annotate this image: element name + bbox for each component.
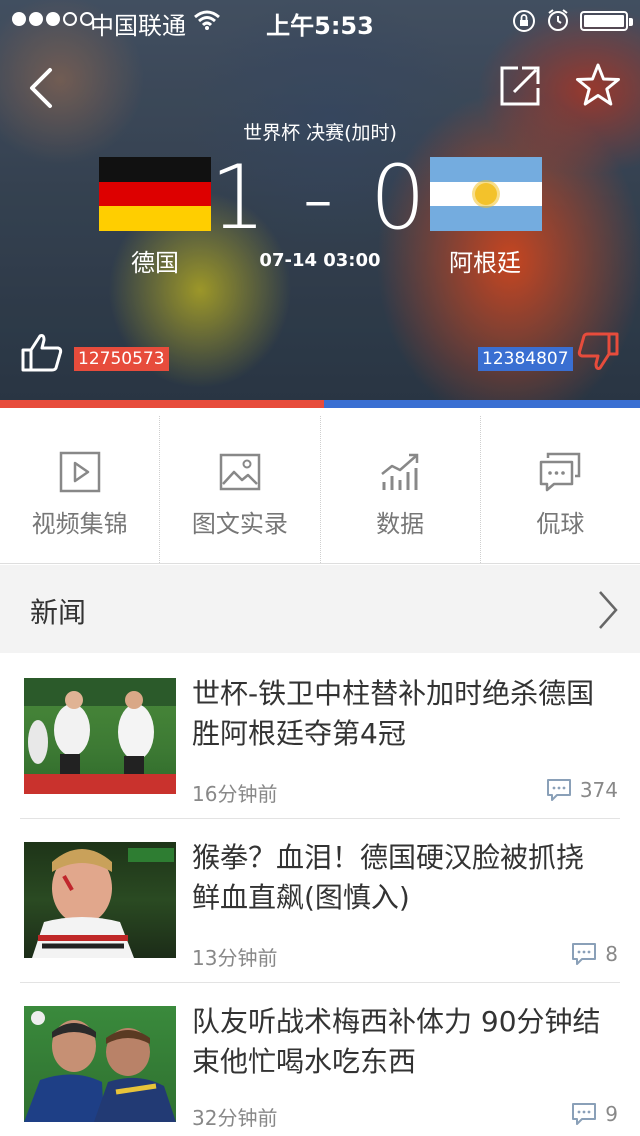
- news-section-header[interactable]: 新闻: [0, 565, 640, 653]
- thumbs-up-icon[interactable]: [20, 330, 64, 374]
- feature-label: 图文实录: [191, 510, 288, 538]
- feature-discussion[interactable]: 侃球: [481, 416, 640, 563]
- news-timestamp: 13分钟前: [192, 946, 278, 970]
- news-timestamp: 16分钟前: [192, 782, 278, 806]
- rotation-lock-icon: [513, 10, 535, 32]
- match-stage: 世界杯 决赛(加时): [243, 122, 397, 144]
- chevron-right-icon[interactable]: [596, 588, 620, 632]
- news-headline: 猴拳？血泪！德国硬汉脸被抓挠 鲜血直飙(图慎入): [192, 841, 585, 914]
- feature-label: 数据: [376, 510, 425, 538]
- news-comment-count[interactable]: 374: [546, 778, 618, 802]
- video-icon: [59, 451, 100, 493]
- news-headline: 世杯-铁卫中柱替补加时绝杀德国胜阿根廷夺第4冠: [192, 677, 595, 750]
- news-comment-count[interactable]: 9: [571, 1102, 618, 1126]
- vote-share-bar: [0, 400, 640, 408]
- news-thumbnail: [24, 1006, 176, 1122]
- image-icon: [219, 453, 261, 491]
- news-item[interactable]: 世杯-铁卫中柱替补加时绝杀德国胜阿根廷夺第4冠 16分钟前 374: [0, 654, 640, 818]
- match-kickoff-time: 07-14 03:00: [259, 250, 381, 271]
- status-bar: 中国联通 上午5:53: [0, 0, 640, 40]
- comment-icon: [572, 1103, 597, 1125]
- comment-count: 374: [579, 778, 618, 802]
- clock: 上午5:53: [266, 12, 374, 40]
- chat-icon: [540, 452, 581, 492]
- news-item[interactable]: 猴拳？血泪！德国硬汉脸被抓挠 鲜血直飙(图慎入) 13分钟前 8: [0, 818, 640, 982]
- news-thumbnail: [24, 678, 176, 794]
- alarm-icon: [548, 9, 568, 31]
- feature-label: 侃球: [536, 510, 585, 538]
- feature-photo-live[interactable]: 图文实录: [160, 416, 321, 563]
- feature-menu: 视频集锦 图文实录 数据 侃球: [0, 416, 640, 564]
- away-vote-count: 12384807: [478, 347, 573, 371]
- feature-video-highlights[interactable]: 视频集锦: [0, 416, 161, 563]
- favorite-star-button[interactable]: [574, 62, 622, 108]
- comment-icon: [546, 779, 571, 801]
- feature-stats[interactable]: 数据: [321, 416, 481, 563]
- news-section-title: 新闻: [30, 596, 87, 629]
- comment-count: 9: [605, 1102, 618, 1126]
- match-score: 1 - 0: [210, 146, 430, 249]
- thumbs-down-icon[interactable]: [576, 330, 620, 374]
- news-item[interactable]: 队友听战术梅西补体力 90分钟结束他忙喝水吃东西 32分钟前 9: [0, 982, 640, 1136]
- back-button[interactable]: [22, 64, 62, 112]
- chart-icon: [381, 453, 419, 490]
- comment-icon: [572, 943, 597, 965]
- home-vote-count: 12750573: [74, 347, 169, 371]
- news-comment-count[interactable]: 8: [571, 942, 618, 966]
- share-button[interactable]: [498, 64, 542, 108]
- news-thumbnail: [24, 842, 176, 958]
- home-vote-share: [0, 400, 325, 408]
- news-timestamp: 32分钟前: [192, 1106, 278, 1130]
- match-header: 中国联通 上午5:53 世界杯 决赛(加时) 1 - 0 德国 阿根廷 07-1…: [0, 0, 640, 400]
- comment-count: 8: [605, 942, 618, 966]
- news-headline: 队友听战术梅西补体力 90分钟结束他忙喝水吃东西: [192, 1005, 601, 1078]
- battery-icon: [580, 11, 633, 31]
- feature-label: 视频集锦: [31, 510, 128, 538]
- away-vote-share: [324, 400, 640, 408]
